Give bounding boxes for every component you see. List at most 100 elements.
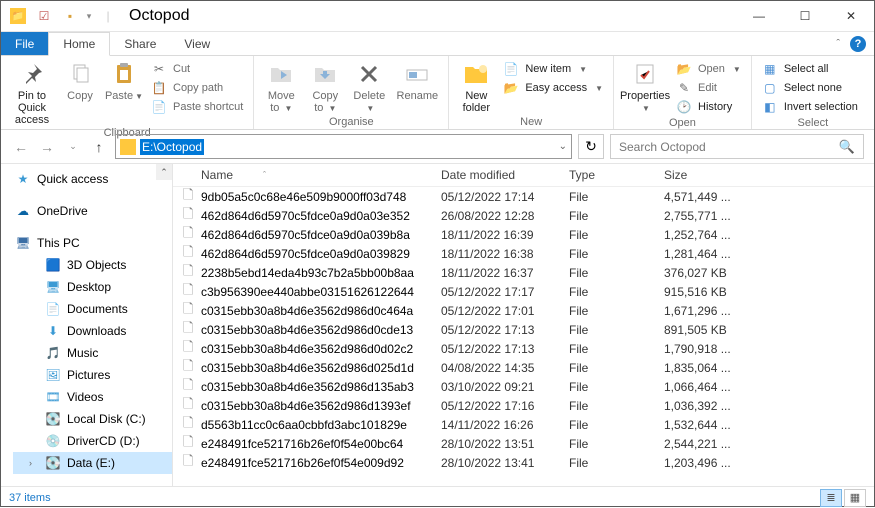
delete-button[interactable]: Delete▼ <box>348 58 390 115</box>
address-dropdown-icon[interactable]: ⌄ <box>559 141 567 152</box>
forward-button[interactable]: → <box>37 137 57 157</box>
up-button[interactable]: ↑ <box>89 137 109 157</box>
file-name: 462d864d6d5970c5fdce0a9d0a03e352 <box>201 209 441 223</box>
file-row[interactable]: 🗋c0315ebb30a8b4d6e3562d986d0d02c205/12/2… <box>173 339 874 358</box>
col-type[interactable]: Type <box>569 168 664 182</box>
file-date: 18/11/2022 16:39 <box>441 228 569 242</box>
file-type: File <box>569 190 664 204</box>
search-box[interactable]: Search Octopod 🔍 <box>610 134 864 159</box>
paste-button[interactable]: Paste▼ <box>103 58 145 126</box>
recent-locations-button[interactable]: ⌄ <box>63 137 83 157</box>
file-date: 18/11/2022 16:38 <box>441 247 569 261</box>
scroll-up-icon[interactable]: ⌃ <box>156 164 172 180</box>
tree-item[interactable]: 🎵Music <box>13 342 172 364</box>
sort-arrow-icon: ˆ <box>263 170 266 180</box>
file-size: 1,252,764 ... <box>664 228 754 242</box>
col-size[interactable]: Size <box>664 168 754 182</box>
copy-to-button[interactable]: Copy to ▼ <box>304 58 346 115</box>
new-folder-qat[interactable]: ▪ <box>59 5 81 27</box>
search-placeholder: Search Octopod <box>619 140 706 154</box>
thumbnails-view-button[interactable]: ▦ <box>844 489 866 507</box>
minimize-button[interactable]: — <box>736 2 782 30</box>
back-button[interactable]: ← <box>11 137 31 157</box>
address-path[interactable]: E:\Octopod <box>140 139 204 155</box>
file-date: 05/12/2022 17:17 <box>441 285 569 299</box>
tree-item[interactable]: 🟦3D Objects <box>13 254 172 276</box>
column-headers[interactable]: Name ˆ Date modified Type Size <box>173 164 874 187</box>
file-row[interactable]: 🗋c0315ebb30a8b4d6e3562d986d0c464a05/12/2… <box>173 301 874 320</box>
file-row[interactable]: 🗋462d864d6d5970c5fdce0a9d0a03e35226/08/2… <box>173 206 874 225</box>
invert-selection-button[interactable]: ◧Invert selection <box>758 98 868 116</box>
file-row[interactable]: 🗋462d864d6d5970c5fdce0a9d0a039b8a18/11/2… <box>173 225 874 244</box>
collapse-ribbon-icon[interactable]: ˆ <box>836 38 840 50</box>
history-button[interactable]: 🕑History <box>672 98 745 116</box>
pc-icon: 🖥 <box>15 235 31 251</box>
copy-path-button[interactable]: 📋Copy path <box>147 79 247 97</box>
open-button[interactable]: 📂Open▼ <box>672 60 745 78</box>
new-item-button[interactable]: 📄New item▼ <box>499 60 607 78</box>
details-view-button[interactable]: ≣ <box>820 489 842 507</box>
file-row[interactable]: 🗋c3b956390ee440abbe0315162612264405/12/2… <box>173 282 874 301</box>
file-row[interactable]: 🗋9db05a5c0c68e46e509b9000ff03d74805/12/2… <box>173 187 874 206</box>
quick-access-node[interactable]: ★ Quick access <box>13 168 172 190</box>
file-size: 1,532,644 ... <box>664 418 754 432</box>
properties-button[interactable]: Properties▼ <box>620 58 670 116</box>
move-to-button[interactable]: Move to ▼ <box>260 58 302 115</box>
file-row[interactable]: 🗋462d864d6d5970c5fdce0a9d0a03982918/11/2… <box>173 244 874 263</box>
maximize-button[interactable]: ☐ <box>782 2 828 30</box>
col-date[interactable]: Date modified <box>441 168 569 182</box>
status-bar: 37 items ≣ ▦ <box>1 486 874 508</box>
help-icon[interactable]: ? <box>850 36 866 52</box>
rename-button[interactable]: Rename <box>392 58 442 115</box>
file-name: c0315ebb30a8b4d6e3562d986d0d02c2 <box>201 342 441 356</box>
file-type: File <box>569 361 664 375</box>
file-row[interactable]: 🗋c0315ebb30a8b4d6e3562d986d135ab303/10/2… <box>173 377 874 396</box>
qat-chevron-icon[interactable]: ▾ <box>85 11 93 22</box>
tree-item[interactable]: 📄Documents <box>13 298 172 320</box>
file-tab[interactable]: File <box>1 32 48 55</box>
edit-button[interactable]: ✎Edit <box>672 79 745 97</box>
tree-item[interactable]: 💿DriverCD (D:) <box>13 430 172 452</box>
file-row[interactable]: 🗋d5563b11cc0c6aa0cbbfd3abc101829e14/11/2… <box>173 415 874 434</box>
this-pc-node[interactable]: 🖥 This PC <box>13 232 172 254</box>
ribbon: Pin to Quick access Copy Paste▼ ✂Cut 📋Co… <box>1 56 874 130</box>
file-name: c0315ebb30a8b4d6e3562d986d025d1d <box>201 361 441 375</box>
new-folder-button[interactable]: New folder <box>455 58 497 115</box>
file-row[interactable]: 🗋c0315ebb30a8b4d6e3562d986d025d1d04/08/2… <box>173 358 874 377</box>
cut-button[interactable]: ✂Cut <box>147 60 247 78</box>
close-button[interactable]: ✕ <box>828 2 874 30</box>
tree-item[interactable]: 💽Local Disk (C:) <box>13 408 172 430</box>
cut-icon: ✂ <box>151 61 167 77</box>
file-date: 28/10/2022 13:51 <box>441 437 569 451</box>
home-tab[interactable]: Home <box>48 32 110 56</box>
view-tab[interactable]: View <box>170 32 224 55</box>
file-row[interactable]: 🗋2238b5ebd14eda4b93c7b2a5bb00b8aa18/11/2… <box>173 263 874 282</box>
select-none-icon: ▢ <box>762 80 778 96</box>
file-row[interactable]: 🗋c0315ebb30a8b4d6e3562d986d1393ef05/12/2… <box>173 396 874 415</box>
new-group: New folder 📄New item▼ 📂Easy access▼ New <box>449 56 614 129</box>
share-tab[interactable]: Share <box>110 32 170 55</box>
tree-item[interactable]: ⬇Downloads <box>13 320 172 342</box>
tree-item[interactable]: 🖥Desktop <box>13 276 172 298</box>
file-list[interactable]: 🗋9db05a5c0c68e46e509b9000ff03d74805/12/2… <box>173 187 874 486</box>
paste-shortcut-button[interactable]: 📄Paste shortcut <box>147 98 247 116</box>
address-bar[interactable]: E:\Octopod ⌄ <box>115 134 572 159</box>
properties-qat[interactable]: ☑ <box>33 5 55 27</box>
quick-access-toolbar: 📁 ☑ ▪ ▾ | <box>1 5 119 27</box>
tree-item[interactable]: 🎞Videos <box>13 386 172 408</box>
copy-button[interactable]: Copy <box>59 58 101 126</box>
file-row[interactable]: 🗋e248491fce521716b26ef0f54e009d9228/10/2… <box>173 453 874 472</box>
select-none-button[interactable]: ▢Select none <box>758 79 868 97</box>
refresh-button[interactable]: ↻ <box>578 134 604 159</box>
file-row[interactable]: 🗋c0315ebb30a8b4d6e3562d986d0cde1305/12/2… <box>173 320 874 339</box>
onedrive-node[interactable]: ☁ OneDrive <box>13 200 172 222</box>
file-type: File <box>569 304 664 318</box>
col-name[interactable]: Name <box>201 168 233 182</box>
select-all-button[interactable]: ▦Select all <box>758 60 868 78</box>
file-row[interactable]: 🗋e248491fce521716b26ef0f54e00bc6428/10/2… <box>173 434 874 453</box>
tree-item[interactable]: ›💽Data (E:) <box>13 452 172 474</box>
nav-pane[interactable]: ⌃ ★ Quick access ☁ OneDrive 🖥 This PC 🟦3… <box>1 164 173 486</box>
tree-item[interactable]: 🖼Pictures <box>13 364 172 386</box>
pin-quick-access-button[interactable]: Pin to Quick access <box>7 58 57 126</box>
easy-access-button[interactable]: 📂Easy access▼ <box>499 79 607 97</box>
